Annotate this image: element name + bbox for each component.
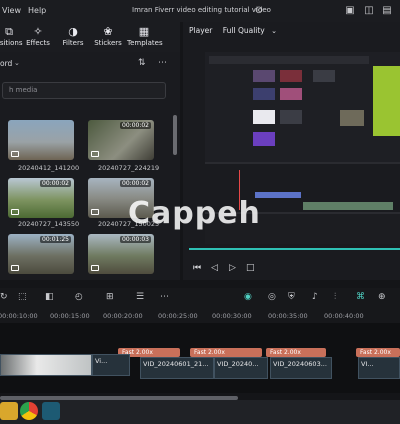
stickers-icon: ❀ — [103, 25, 113, 38]
record-label[interactable]: ord — [0, 59, 12, 68]
transitions-icon: ⧉ — [5, 25, 13, 38]
media-clip-3[interactable]: 00:00:02 — [8, 178, 74, 218]
timeline-toolbar — [0, 288, 400, 308]
ruler-tick: 00:00:10:00 — [0, 312, 38, 320]
timeline-clip[interactable]: VID_20240601_21... — [140, 357, 214, 379]
shield-icon[interactable]: ⛨ — [288, 292, 295, 302]
media-clip-6[interactable]: 00:00:03 — [88, 234, 154, 274]
tab-stickers[interactable]: ❀ Stickers — [94, 22, 122, 52]
zoom-icon[interactable]: ⊕ — [378, 292, 386, 302]
chrome-icon[interactable] — [20, 402, 38, 420]
video-icon — [91, 209, 99, 215]
watermark: Cappeh — [128, 196, 261, 231]
tab-templates[interactable]: ▦ Templates — [127, 22, 163, 52]
window-title: Imran Fiverr video editing tutorial vide… — [132, 6, 271, 14]
ruler-tick: 00:00:20:00 — [103, 312, 143, 320]
video-icon — [11, 151, 19, 157]
search-placeholder: h media — [9, 86, 38, 94]
timeline-clip[interactable]: Vi... — [92, 354, 130, 376]
step-back-icon[interactable]: ◁ — [211, 263, 218, 273]
filmora-icon[interactable] — [42, 402, 60, 420]
speed-bar[interactable]: Fast 2.00x — [190, 348, 262, 357]
player-header: Player Full Quality ⌄ — [183, 26, 277, 40]
clip-label: VID_20240603... — [273, 360, 327, 368]
adjust-icon[interactable]: ☰ — [136, 292, 144, 302]
player-label: Player — [189, 26, 213, 35]
clip-duration-4: 00:00:02 — [120, 180, 151, 187]
prev-frame-icon[interactable]: ⏮ — [193, 263, 201, 273]
media-toolbar: ⧉ ositions ✧ Effects ◑ Filters ❀ Sticker… — [0, 22, 180, 52]
effects-icon: ✧ — [33, 25, 43, 38]
ruler-tick: 00:00:35:00 — [268, 312, 308, 320]
timeline-clip[interactable]: VID_20240... — [214, 357, 268, 379]
clip-label: Vi... — [95, 357, 108, 365]
menu-view[interactable]: View — [2, 6, 21, 15]
mic-icon[interactable]: ♪ — [312, 292, 318, 302]
video-icon — [11, 265, 19, 271]
speed-icon[interactable]: ◴ — [75, 292, 83, 302]
stop-icon[interactable]: □ — [246, 263, 255, 273]
templates-icon: ▦ — [138, 25, 150, 38]
chevron-down-icon[interactable]: ⌄ — [271, 27, 277, 35]
media-clip-1[interactable] — [8, 120, 74, 160]
clip-duration-3: 00:00:02 — [40, 180, 71, 187]
filters-icon: ◑ — [68, 25, 78, 38]
sort-icon[interactable]: ⇅ — [138, 58, 146, 68]
snap-icon[interactable]: ⌘ — [356, 292, 365, 302]
video-icon — [91, 265, 99, 271]
cloud-icon[interactable]: ⊙ — [252, 4, 266, 18]
clip-label: VID_20240... — [217, 360, 259, 368]
file-explorer-icon[interactable] — [0, 402, 18, 420]
ruler-tick: 00:00:30:00 — [212, 312, 252, 320]
clip-label: VI... — [361, 360, 374, 368]
export-icon[interactable]: ◫ — [362, 4, 376, 18]
record-row: ord ⌄ ⇅ ⋯ — [0, 56, 180, 72]
ruler-tick: 00:00:40:00 — [324, 312, 364, 320]
clip-label: VID_20240601_21... — [143, 360, 209, 368]
media-clip-2[interactable]: 00:00:02 — [88, 120, 154, 160]
split-icon[interactable]: ⫶ — [334, 292, 336, 302]
tab-filters[interactable]: ◑ Filters — [60, 22, 86, 52]
clip-name-3: 20240727_143550 — [18, 220, 80, 228]
ai-icon[interactable]: ⊞ — [106, 292, 114, 302]
media-scrollbar[interactable] — [173, 115, 177, 155]
timeline-ruler[interactable]: 00:00:10:00 00:00:15:00 00:00:20:00 00:0… — [0, 308, 400, 323]
speed-bar[interactable]: Fast 2.00x — [356, 348, 400, 357]
chevron-down-icon[interactable]: ⌄ — [14, 59, 20, 67]
quality-select[interactable]: Full Quality — [223, 26, 265, 35]
layout-icon[interactable]: ▤ — [380, 4, 394, 18]
save-icon[interactable]: ▣ — [343, 4, 357, 18]
menu-help[interactable]: Help — [28, 6, 46, 15]
more-icon[interactable]: ⋯ — [158, 58, 167, 68]
crop-icon[interactable]: ⬚ — [18, 292, 27, 302]
record-icon[interactable]: ◉ — [244, 292, 252, 302]
clip-name-1: 20240412_141200 — [18, 164, 80, 172]
more-tools-icon[interactable]: ⋯ — [160, 292, 169, 302]
tab-effects[interactable]: ✧ Effects — [25, 22, 51, 52]
media-clip-5[interactable]: 00:01:25 — [8, 234, 74, 274]
freeze-icon[interactable]: ◧ — [45, 292, 54, 302]
render-icon[interactable]: ◎ — [268, 292, 276, 302]
title-bar: View Help Imran Fiverr video editing tut… — [0, 0, 400, 22]
taskbar — [0, 400, 400, 424]
timeline-clip[interactable]: VI... — [358, 357, 400, 379]
tab-transitions[interactable]: ⧉ ositions — [0, 22, 24, 52]
video-icon — [11, 209, 19, 215]
video-icon — [91, 151, 99, 157]
speed-bar[interactable]: Fast 2.00x — [266, 348, 326, 357]
clip-name-2: 20240727_224219 — [98, 164, 160, 172]
timeline-clip[interactable]: VID_20240603... — [270, 357, 332, 379]
timeline-clip[interactable] — [0, 354, 92, 376]
playback-progress[interactable] — [189, 248, 400, 250]
clip-duration-6: 00:00:03 — [120, 236, 151, 243]
ruler-tick: 00:00:25:00 — [158, 312, 198, 320]
play-icon[interactable]: ▷ — [229, 263, 236, 273]
search-input[interactable]: h media — [2, 82, 166, 99]
clip-duration-5: 00:01:25 — [40, 236, 71, 243]
undo-icon[interactable]: ↻ — [0, 292, 8, 302]
ruler-tick: 00:00:15:00 — [50, 312, 90, 320]
clip-duration-2: 00:00:02 — [120, 122, 151, 129]
